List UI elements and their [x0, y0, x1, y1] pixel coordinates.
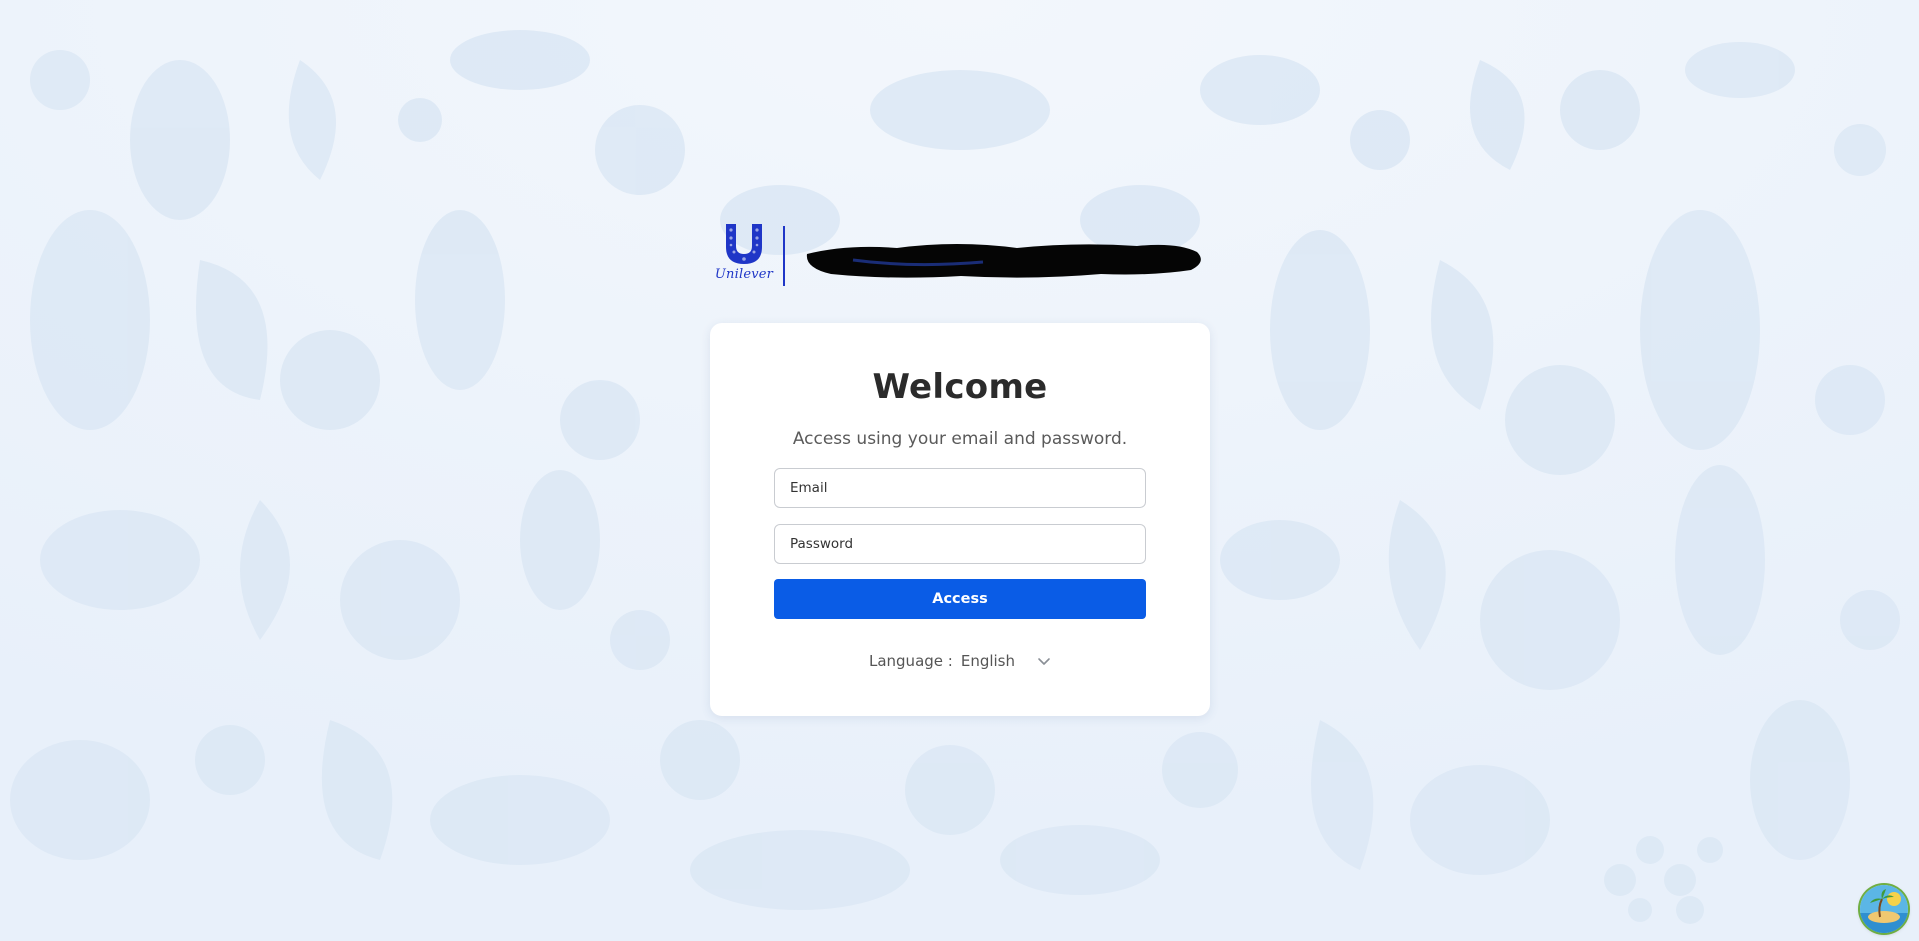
- login-card: Welcome Access using your email and pass…: [710, 323, 1210, 716]
- chevron-down-icon: [1038, 658, 1050, 665]
- redacted-app-name: [806, 244, 1201, 278]
- page-title: Welcome: [872, 367, 1048, 407]
- password-input[interactable]: [774, 524, 1146, 564]
- language-value: English: [960, 652, 1016, 670]
- login-subtitle: Access using your email and password.: [792, 429, 1128, 449]
- unilever-logo: Unilever: [715, 222, 773, 290]
- logo-wordmark: Unilever: [714, 267, 774, 282]
- brand-header: Unilever: [715, 222, 1213, 290]
- assistant-avatar-button[interactable]: [1860, 885, 1908, 933]
- language-dropdown[interactable]: English: [961, 652, 1051, 670]
- access-button[interactable]: Access: [774, 579, 1146, 619]
- language-selector: Language : English: [710, 652, 1210, 670]
- island-avatar-icon: [1860, 885, 1908, 933]
- brand-divider: [783, 226, 785, 286]
- language-label: Language :: [868, 652, 953, 670]
- email-input[interactable]: [774, 468, 1146, 508]
- unilever-u-icon: [726, 224, 762, 264]
